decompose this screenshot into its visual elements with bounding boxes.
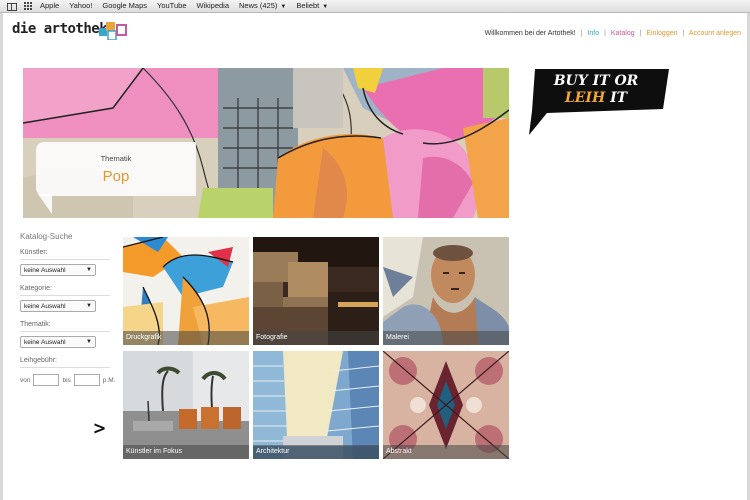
nav-login-link[interactable]: Einloggen [646,30,677,37]
site-logo[interactable]: die artothek [12,21,108,37]
search-submit-button[interactable]: > [93,418,107,439]
welcome-text: Willkommen bei der Artothek! [484,30,576,37]
price-unit: p.M. [102,376,116,384]
speech-bubble-tail [38,194,52,214]
badge-highlight-word: LEIH [564,90,606,106]
malerei-image [383,237,509,345]
divider [20,295,110,296]
chevron-down-icon: ▼ [86,339,92,345]
bookmark-beliebt-folder[interactable]: Beliebt ▼ [296,0,328,13]
kuenstler-im-fokus-image [123,351,249,459]
reading-list-icon[interactable] [7,2,17,11]
nav-katalog-link[interactable]: Katalog [611,30,635,37]
bis-label: bis [62,376,71,384]
chevron-down-icon: ▼ [86,267,92,273]
thematik-label: Thematik: [20,321,51,328]
hero-speech-bubble: Thematik Pop [36,142,196,214]
top-navigation: Willkommen bei der Artothek! | Info | Ka… [485,30,741,37]
nav-separator: | [580,30,583,37]
category-grid: Druckgrafik Fotografie Malerei Künstler … [123,237,510,462]
chevron-down-icon: ▼ [322,3,329,10]
filter-kuenstler: Künstler: keine Auswahl ▼ [20,249,116,276]
bookmark-news-label: News (425) [239,0,278,10]
tile-caption: Abstrakt [383,445,509,459]
price-from-input[interactable] [33,374,60,386]
badge-text: BUY IT OR LEIH IT [527,73,665,107]
divider [20,331,110,332]
fotografie-image [253,237,379,345]
kategorie-select[interactable]: keine Auswahl ▼ [20,300,96,312]
kategorie-label: Kategorie: [20,285,52,292]
filter-leihgebuehr: Leihgebühr: von bis p.M. [20,357,116,386]
top-sites-grid-icon[interactable] [24,2,32,10]
tile-malerei[interactable]: Malerei [383,237,509,345]
buy-or-rent-badge[interactable]: BUY IT OR LEIH IT [527,69,669,135]
nav-separator: | [639,30,642,37]
leihgebuehr-label: Leihgebühr: [20,357,57,364]
nav-account-link[interactable]: Account anlegen [689,30,741,37]
bookmark-apple[interactable]: Apple [40,0,59,13]
chevron-down-icon: ▼ [86,303,92,309]
divider [20,367,110,368]
hero-label: Thematik [100,154,132,163]
von-label: von [20,376,31,384]
kategorie-select-value: keine Auswahl [24,303,66,310]
catalog-search-title: Katalog-Suche [20,232,73,241]
tile-caption: Druckgrafik [123,331,249,345]
page: die artothek Willkommen bei der Artothek… [3,13,747,500]
bookmark-yahoo[interactable]: Yahoo! [69,0,92,13]
tile-fotografie[interactable]: Fotografie [253,237,379,345]
chevron-down-icon: ▼ [280,3,287,10]
tile-druckgrafik[interactable]: Druckgrafik [123,237,249,345]
kuenstler-select-value: keine Auswahl [24,267,66,274]
bookmark-youtube[interactable]: YouTube [157,0,186,13]
tile-caption: Künstler im Fokus [123,445,249,459]
nav-separator: | [604,30,606,37]
catalog-search-panel: Katalog-Suche Künstler: keine Auswahl ▼ K… [20,232,116,439]
divider [20,259,110,260]
architektur-image [253,351,379,459]
tile-caption: Architektur [253,445,379,459]
badge-line-2-rest: IT [605,90,628,106]
filter-kategorie: Kategorie: keine Auswahl ▼ [20,285,116,312]
thematik-select[interactable]: keine Auswahl ▼ [20,336,96,348]
bookmark-wikipedia[interactable]: Wikipedia [197,0,230,13]
hero-banner[interactable]: Thematik Pop [23,68,509,218]
tile-abstrakt[interactable]: Abstrakt [383,351,509,459]
nav-separator: | [682,30,685,37]
filter-thematik: Thematik: keine Auswahl ▼ [20,321,116,348]
bookmark-news-folder[interactable]: News (425) ▼ [239,0,286,13]
price-range: von bis p.M. [20,374,116,386]
kuenstler-label: Künstler: [20,249,48,256]
hero-value[interactable]: Pop [36,168,196,185]
thematik-select-value: keine Auswahl [24,339,66,346]
abstrakt-image [383,351,509,459]
nav-info-link[interactable]: Info [587,30,599,37]
logo-squares-icon [99,22,127,40]
bookmark-beliebt-label: Beliebt [296,0,320,10]
bookmark-google-maps[interactable]: Google Maps [102,0,147,13]
tile-caption: Fotografie [253,331,379,345]
druckgrafik-image [123,237,249,345]
tile-kuenstler-im-fokus[interactable]: Künstler im Fokus [123,351,249,459]
price-to-input[interactable] [73,374,100,386]
tile-architektur[interactable]: Architektur [253,351,379,459]
kuenstler-select[interactable]: keine Auswahl ▼ [20,264,96,276]
tile-caption: Malerei [383,331,509,345]
badge-line-2: LEIH IT [527,90,665,107]
badge-line-1: BUY IT OR [553,73,639,89]
bookmarks-bar: Apple Yahoo! Google Maps YouTube Wikiped… [0,0,750,13]
